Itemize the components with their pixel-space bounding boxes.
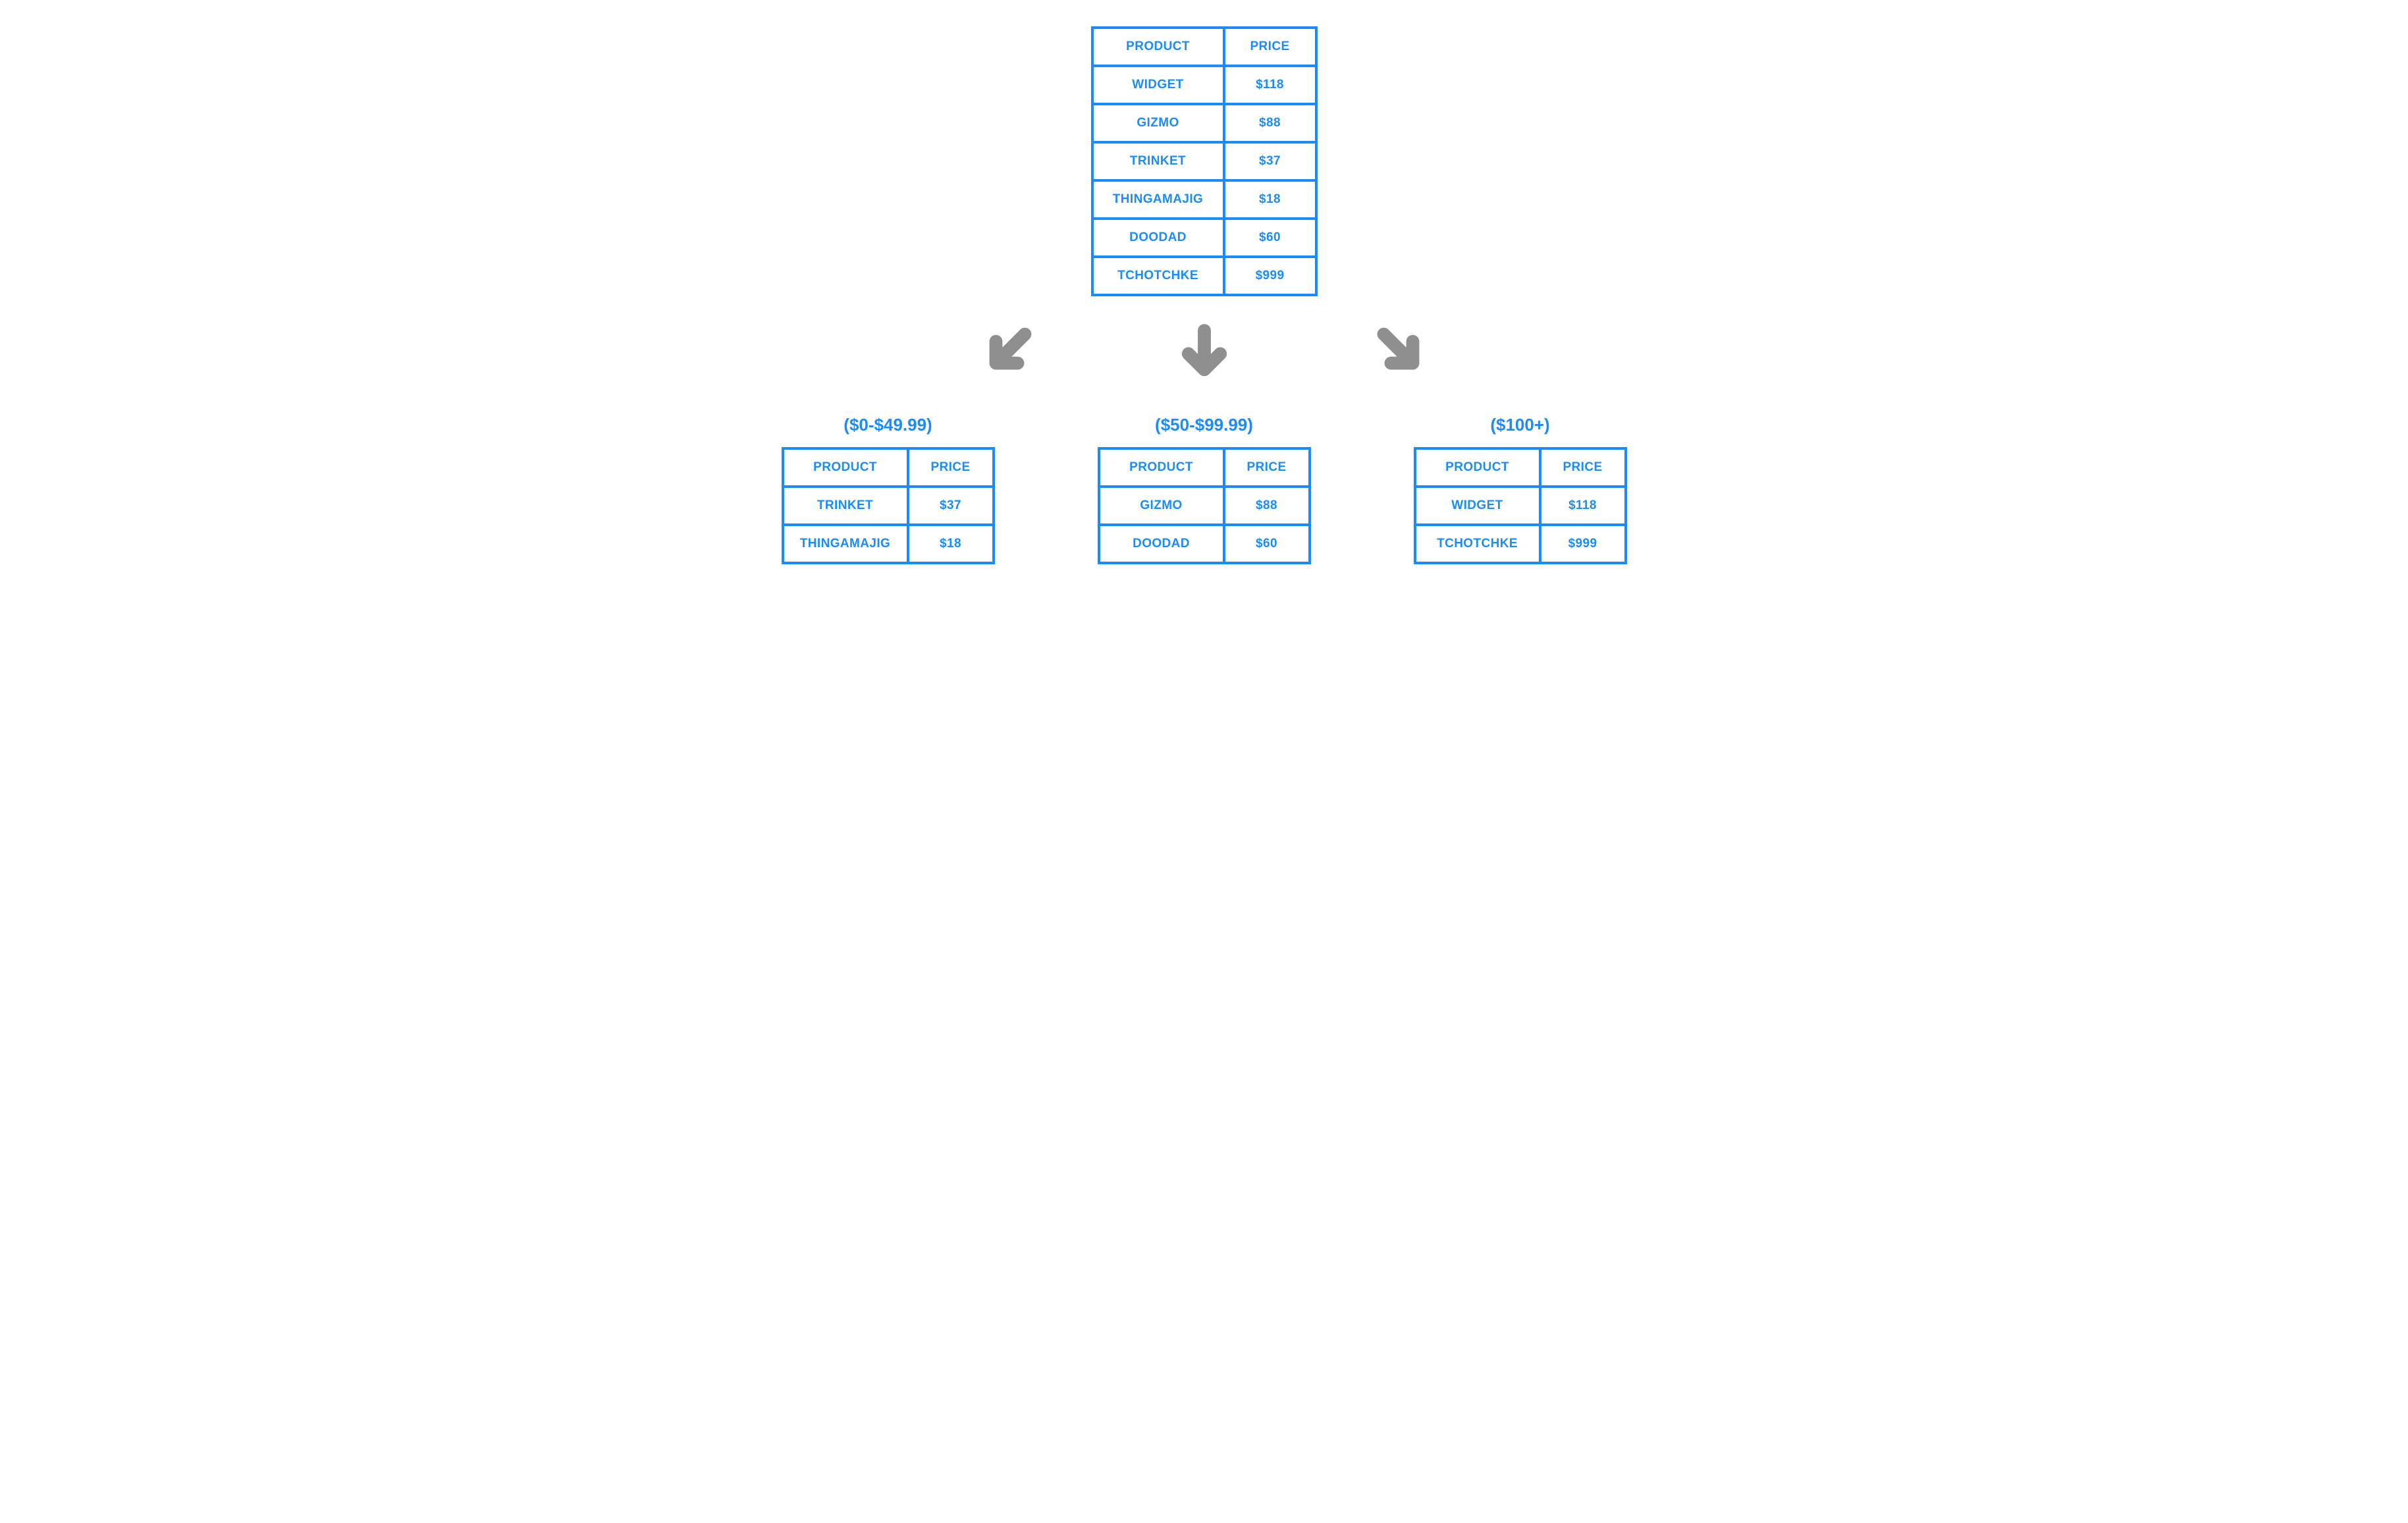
table-row: TRINKET $37 [783,487,994,525]
table-row: THINGAMAJIG $18 [783,525,994,563]
table-row: TCHOTCHKE $999 [1415,525,1626,563]
col-price-header: PRICE [908,448,994,487]
cell-price: $60 [1224,219,1316,257]
cell-product: DOODAD [1092,219,1224,257]
bucket-row: ($0-$49.99) PRODUCT PRICE TRINKET $37 TH… [750,415,1659,564]
table-header-row: PRODUCT PRICE [1415,448,1626,487]
cell-product: WIDGET [1415,487,1540,525]
col-product-header: PRODUCT [1415,448,1540,487]
bucket-low: ($0-$49.99) PRODUCT PRICE TRINKET $37 TH… [750,415,1027,564]
cell-price: $999 [1540,525,1626,563]
table-row: TRINKET $37 [1092,142,1316,180]
table-header-row: PRODUCT PRICE [783,448,994,487]
cell-product: GIZMO [1092,104,1224,142]
arrow-down-icon [1106,316,1303,388]
bucketing-diagram: PRODUCT PRICE WIDGET $118 GIZMO $88 TRIN… [750,26,1659,564]
bucket-high: ($100+) PRODUCT PRICE WIDGET $118 TCHOTC… [1382,415,1659,564]
table-row: WIDGET $118 [1415,487,1626,525]
cell-price: $18 [908,525,994,563]
table-row: THINGAMAJIG $18 [1092,180,1316,219]
cell-product: TCHOTCHKE [1415,525,1540,563]
table-header-row: PRODUCT PRICE [1092,28,1316,66]
col-price-header: PRICE [1540,448,1626,487]
arrow-down-right-icon [1303,316,1501,388]
bucket-table: PRODUCT PRICE WIDGET $118 TCHOTCHKE $999 [1414,447,1627,564]
bucket-label: ($100+) [1490,415,1549,435]
cell-price: $88 [1224,487,1310,525]
cell-price: $18 [1224,180,1316,219]
cell-price: $37 [1224,142,1316,180]
col-product-header: PRODUCT [1099,448,1224,487]
bucket-label: ($50-$99.99) [1155,415,1253,435]
table-row: DOODAD $60 [1099,525,1310,563]
cell-product: THINGAMAJIG [783,525,908,563]
cell-price: $60 [1224,525,1310,563]
cell-product: THINGAMAJIG [1092,180,1224,219]
cell-product: DOODAD [1099,525,1224,563]
cell-price: $118 [1540,487,1626,525]
cell-price: $37 [908,487,994,525]
col-price-header: PRICE [1224,448,1310,487]
cell-product: TRINKET [1092,142,1224,180]
table-row: DOODAD $60 [1092,219,1316,257]
cell-price: $999 [1224,257,1316,295]
cell-price: $118 [1224,66,1316,104]
col-product-header: PRODUCT [1092,28,1224,66]
cell-product: WIDGET [1092,66,1224,104]
arrow-down-left-icon [908,316,1106,388]
table-header-row: PRODUCT PRICE [1099,448,1310,487]
bucket-table: PRODUCT PRICE TRINKET $37 THINGAMAJIG $1… [782,447,995,564]
cell-product: GIZMO [1099,487,1224,525]
bucket-table: PRODUCT PRICE GIZMO $88 DOODAD $60 [1098,447,1311,564]
col-price-header: PRICE [1224,28,1316,66]
col-product-header: PRODUCT [783,448,908,487]
source-table: PRODUCT PRICE WIDGET $118 GIZMO $88 TRIN… [1091,26,1318,296]
source-table-container: PRODUCT PRICE WIDGET $118 GIZMO $88 TRIN… [750,26,1659,296]
cell-product: TCHOTCHKE [1092,257,1224,295]
cell-product: TRINKET [783,487,908,525]
cell-price: $88 [1224,104,1316,142]
arrow-row [908,316,1501,388]
table-row: GIZMO $88 [1099,487,1310,525]
table-row: GIZMO $88 [1092,104,1316,142]
bucket-label: ($0-$49.99) [843,415,932,435]
table-row: WIDGET $118 [1092,66,1316,104]
table-row: TCHOTCHKE $999 [1092,257,1316,295]
bucket-mid: ($50-$99.99) PRODUCT PRICE GIZMO $88 DOO… [1066,415,1343,564]
